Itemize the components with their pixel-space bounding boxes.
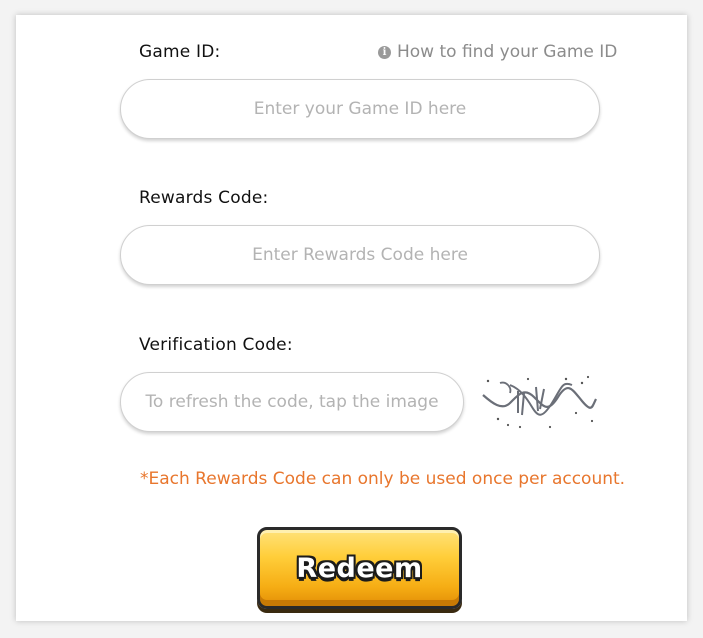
verification-code-label: Verification Code: — [139, 335, 293, 355]
verification-code-input[interactable] — [120, 372, 464, 432]
rewards-code-label: Rewards Code: — [139, 188, 269, 208]
captcha-image[interactable] — [480, 373, 598, 433]
info-circle-icon: i — [378, 45, 391, 59]
redeem-button[interactable]: Redeem — [257, 527, 462, 609]
game-id-help-text: How to find your Game ID — [397, 42, 618, 62]
rewards-code-input[interactable] — [120, 225, 600, 285]
redeem-button-label: Redeem — [296, 552, 423, 584]
game-id-label: Game ID: — [139, 42, 221, 62]
redeem-form-card: Game ID: i How to find your Game ID Rewa… — [16, 15, 687, 621]
game-id-input[interactable] — [120, 79, 600, 139]
single-use-notice: *Each Rewards Code can only be used once… — [140, 469, 626, 489]
game-id-help-link[interactable]: i How to find your Game ID — [378, 42, 617, 62]
